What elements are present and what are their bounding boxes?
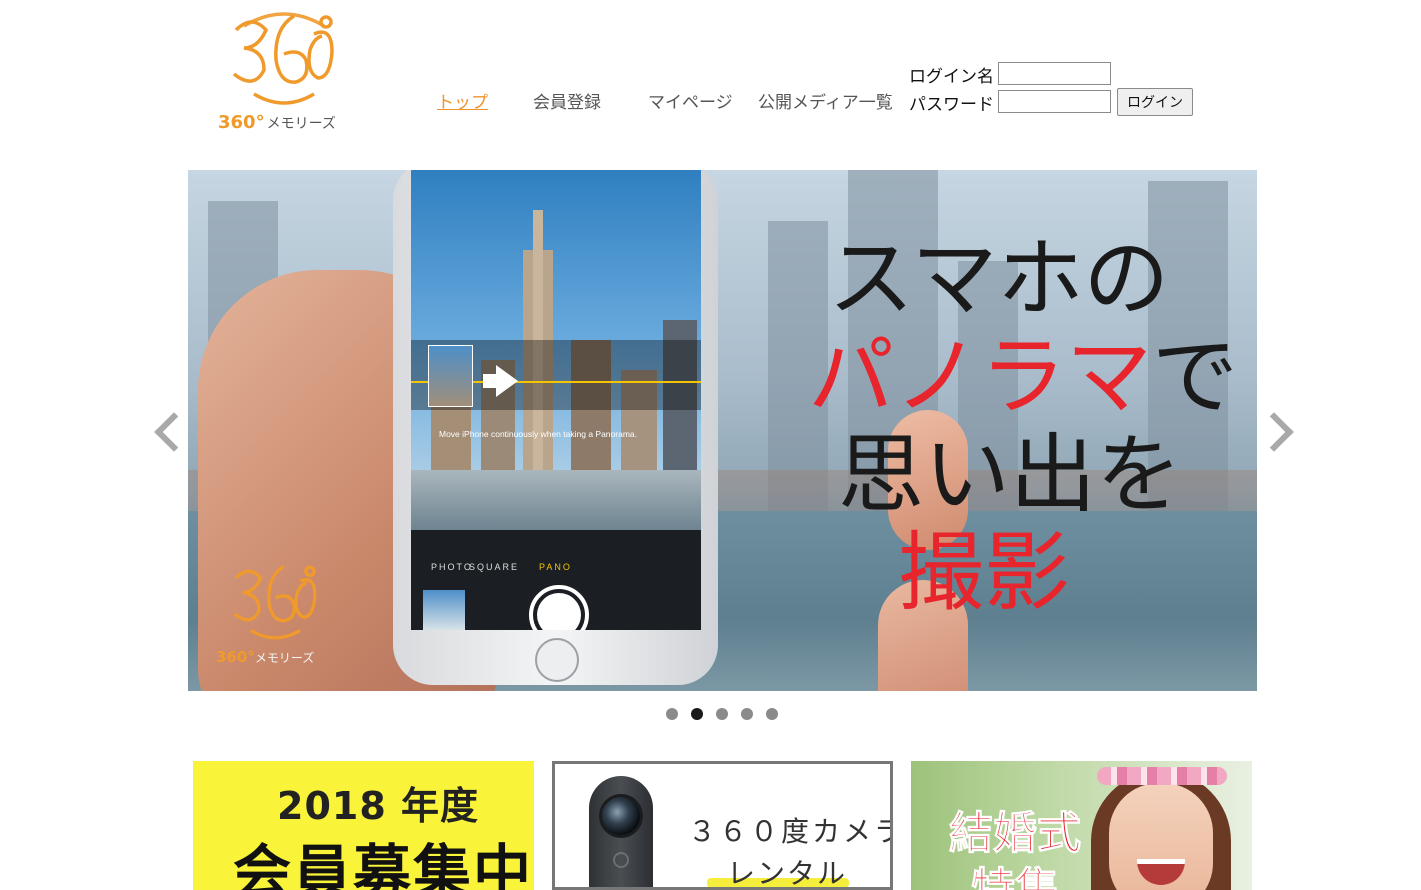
pano-preview	[428, 345, 473, 407]
headline-black-text: で	[1152, 327, 1238, 427]
headline-red-text: パノラマ	[808, 327, 1152, 427]
nav-public-media[interactable]: 公開メディア一覧	[758, 88, 893, 113]
login-name-label: ログイン名	[909, 67, 994, 87]
login-name-input[interactable]	[998, 62, 1111, 85]
home-button-icon	[535, 638, 579, 682]
login-form: ログイン名 パスワード ログイン	[900, 60, 1220, 120]
carousel-dot[interactable]	[741, 708, 753, 720]
carousel-dot[interactable]	[716, 708, 728, 720]
nav-top[interactable]: トップ	[437, 88, 488, 113]
headline-line-4: 撮影	[898, 523, 1070, 623]
mode-pano: PANO	[539, 562, 572, 572]
nav-mypage[interactable]: マイページ	[648, 88, 733, 113]
flower-crown-icon	[1097, 767, 1227, 785]
banner-wedding[interactable]: 結婚式 特集	[911, 761, 1252, 890]
logo-degree: °	[255, 112, 265, 133]
mode-square: SQUARE	[469, 562, 520, 572]
library-thumbnail	[423, 590, 465, 630]
banner-member-year: 2018 年度	[277, 784, 479, 828]
password-input[interactable]	[998, 90, 1111, 113]
slide-logo-wordmark: 360°メモリーズ	[216, 648, 314, 666]
carousel-prev-icon[interactable]	[152, 412, 176, 452]
phone-screen: Move iPhone continuously when taking a P…	[411, 170, 701, 630]
carousel-dot-active[interactable]	[691, 708, 703, 720]
pano-arrow-icon	[496, 365, 518, 397]
camera-button-icon	[613, 852, 629, 868]
headline-line-1: スマホの	[828, 229, 1170, 329]
camera-360-image	[589, 776, 653, 887]
phone-harbor	[411, 470, 701, 530]
login-button[interactable]: ログイン	[1117, 88, 1193, 116]
headline-line-2: パノラマで	[808, 328, 1238, 426]
logo-360-mark-icon	[232, 12, 334, 105]
nav-member-register[interactable]: 会員登録	[533, 88, 601, 113]
banner-camera-title: ３６０度カメラ	[688, 815, 893, 848]
logo-wordmark: 360° メモリーズ	[218, 112, 336, 133]
banner-camera-rental[interactable]: ３６０度カメラ レンタル	[552, 761, 893, 890]
banner-wedding-title: 結婚式	[949, 808, 1082, 860]
logo-number: 360	[218, 112, 256, 133]
carousel-dot[interactable]	[766, 708, 778, 720]
camera-lens-icon	[599, 794, 643, 838]
phone-image: Move iPhone continuously when taking a P…	[393, 170, 718, 685]
banner-member-recruit[interactable]: 2018 年度 会員募集中	[193, 761, 534, 890]
mode-photo: PHOTO	[431, 562, 473, 572]
slide-logo-name: メモリーズ	[254, 651, 315, 665]
hero-carousel: Move iPhone continuously when taking a P…	[188, 170, 1257, 691]
password-label: パスワード	[909, 95, 994, 115]
phone-hint-text: Move iPhone continuously when taking a P…	[439, 429, 637, 439]
site-logo[interactable]: 360° メモリーズ	[214, 8, 348, 136]
carousel-next-icon[interactable]	[1266, 412, 1290, 452]
slide-logo-mark-icon	[233, 564, 317, 640]
carousel-dot[interactable]	[666, 708, 678, 720]
banner-member-title: 会員募集中	[233, 838, 534, 890]
banner-camera-subtitle: レンタル	[727, 857, 848, 890]
shutter-icon	[529, 585, 589, 630]
headline-line-3: 思い出を	[838, 425, 1182, 525]
banner-wedding-subtitle: 特集	[971, 864, 1060, 890]
slide-logo-number: 360	[216, 648, 248, 666]
slide-logo-degree: °	[247, 648, 255, 666]
logo-name: メモリーズ	[266, 116, 336, 132]
